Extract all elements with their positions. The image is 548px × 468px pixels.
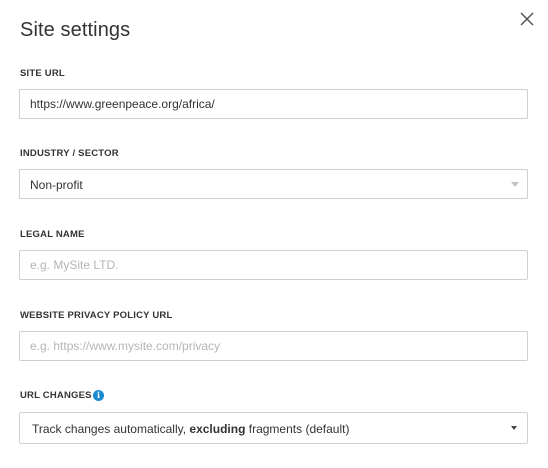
dialog-title: Site settings — [20, 19, 131, 41]
url-changes-label: URL CHANGES — [20, 390, 92, 401]
privacy-url-label: WEBSITE PRIVACY POLICY URL — [20, 310, 173, 321]
privacy-url-input[interactable] — [20, 332, 527, 360]
industry-select[interactable]: Non-profit — [19, 169, 528, 199]
close-icon[interactable] — [520, 12, 536, 28]
legal-name-field[interactable] — [19, 250, 528, 280]
chevron-down-icon — [511, 182, 519, 187]
industry-selected-value: Non-profit — [30, 178, 83, 192]
industry-label: INDUSTRY / SECTOR — [20, 148, 119, 159]
legal-name-label: LEGAL NAME — [20, 229, 85, 240]
url-changes-selected-value: Track changes automatically, excluding f… — [32, 422, 349, 436]
site-url-field[interactable] — [19, 89, 528, 119]
url-changes-selected-prefix: Track changes automatically, — [32, 422, 190, 436]
url-changes-selected-suffix: fragments (default) — [245, 422, 350, 436]
legal-name-input[interactable] — [20, 251, 527, 279]
chevron-down-icon — [511, 426, 517, 430]
privacy-url-field[interactable] — [19, 331, 528, 361]
info-icon[interactable]: i — [93, 390, 104, 401]
site-url-label: SITE URL — [20, 68, 65, 79]
url-changes-select[interactable]: Track changes automatically, excluding f… — [19, 412, 528, 444]
url-changes-selected-bold: excluding — [189, 422, 246, 436]
site-url-input[interactable] — [20, 90, 527, 118]
